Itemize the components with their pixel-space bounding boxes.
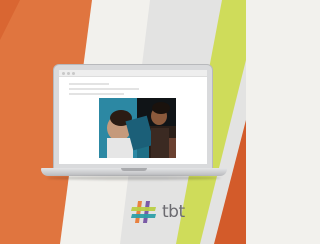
browser-dot: [72, 72, 75, 75]
browser-bar: [59, 70, 207, 77]
laptop-screen: [59, 70, 207, 164]
page-line: [69, 83, 109, 85]
logo-text: tbt: [162, 202, 185, 222]
laptop-base: [41, 168, 227, 176]
hashtag-logo-icon: [131, 201, 156, 223]
promo-graphic: tbt: [0, 0, 246, 244]
laptop-notch: [121, 168, 147, 171]
tbt-logo: tbt: [131, 200, 191, 224]
laptop-lid: [53, 64, 213, 170]
page-line: [69, 93, 124, 95]
laptop-shadow: [47, 176, 221, 180]
browser-dot: [62, 72, 65, 75]
browser-dot: [67, 72, 70, 75]
page-line: [69, 88, 139, 90]
laptop: [41, 64, 227, 180]
classroom-photo: [99, 98, 176, 158]
